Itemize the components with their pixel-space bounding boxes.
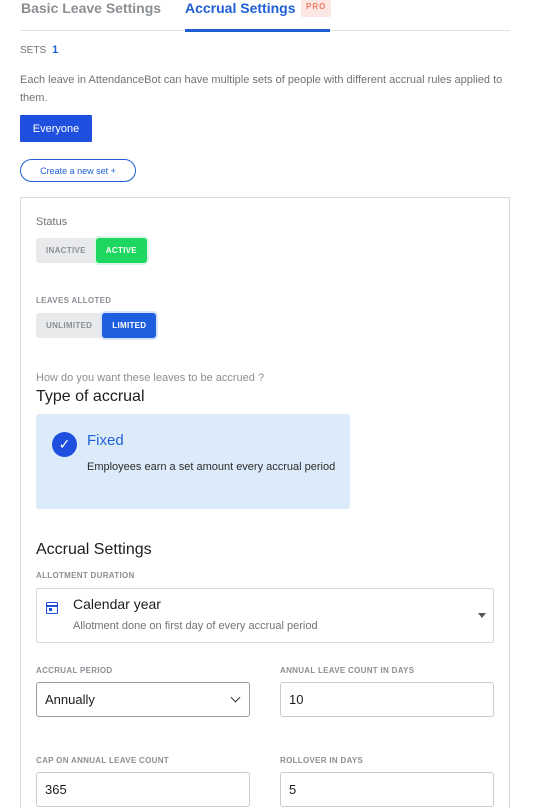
create-new-set-button[interactable]: Create a new set + bbox=[20, 159, 136, 182]
allotment-duration-label: ALLOTMENT DURATION bbox=[36, 571, 135, 580]
accrual-period-select[interactable]: Annually bbox=[36, 682, 250, 717]
leaves-unlimited-option[interactable]: UNLIMITED bbox=[36, 313, 102, 338]
tab-label: Accrual Settings bbox=[185, 0, 296, 16]
pro-badge: PRO bbox=[301, 0, 332, 17]
status-active-option[interactable]: ACTIVE bbox=[95, 238, 147, 263]
fixed-option-title: Fixed bbox=[87, 432, 124, 449]
tab-label: Basic Leave Settings bbox=[21, 0, 162, 16]
accrual-settings-heading: Accrual Settings bbox=[36, 541, 152, 558]
annual-leave-count-label: ANNUAL LEAVE COUNT IN DAYS bbox=[280, 666, 415, 675]
sets-count: 1 bbox=[52, 44, 59, 56]
cap-annual-leave-value: 365 bbox=[45, 782, 67, 797]
leaves-alloted-toggle: UNLIMITED LIMITED bbox=[36, 313, 157, 338]
accrual-type-fixed-card[interactable]: ✓ Fixed Employees earn a set amount ever… bbox=[36, 414, 350, 509]
check-circle-icon: ✓ bbox=[52, 432, 77, 457]
status-inactive-option[interactable]: INACTIVE bbox=[36, 238, 96, 263]
sets-header: SETS 1 bbox=[20, 44, 58, 56]
set-settings-panel: Status INACTIVE ACTIVE LEAVES ALLOTED UN… bbox=[20, 197, 510, 808]
rollover-days-input[interactable]: 5 bbox=[280, 772, 494, 807]
rollover-days-label: ROLLOVER IN DAYS bbox=[280, 756, 364, 765]
tab-accrual-settings[interactable]: Accrual Settings PRO bbox=[185, 0, 332, 32]
tab-bar: Basic Leave Settings Accrual Settings PR… bbox=[20, 0, 510, 32]
caret-down-icon bbox=[478, 613, 486, 618]
leaves-alloted-label: LEAVES ALLOTED bbox=[36, 296, 112, 305]
sets-label: SETS bbox=[20, 45, 47, 56]
allotment-duration-sub: Allotment done on first day of every acc… bbox=[73, 620, 318, 632]
cap-annual-leave-label: CAP ON ANNUAL LEAVE COUNT bbox=[36, 756, 169, 765]
cap-annual-leave-input[interactable]: 365 bbox=[36, 772, 250, 807]
status-label: Status bbox=[36, 216, 68, 228]
allotment-duration-value: Calendar year bbox=[73, 596, 161, 612]
accrual-period-label: ACCRUAL PERIOD bbox=[36, 666, 113, 675]
chevron-down-icon bbox=[230, 692, 241, 703]
calendar-icon bbox=[46, 602, 58, 614]
type-of-accrual-heading: Type of accrual bbox=[36, 388, 145, 405]
accrual-question: How do you want these leaves to be accru… bbox=[36, 372, 265, 384]
leaves-limited-option[interactable]: LIMITED bbox=[102, 313, 157, 338]
status-toggle: INACTIVE ACTIVE bbox=[36, 238, 147, 263]
allotment-duration-dropdown[interactable]: Calendar year Allotment done on first da… bbox=[36, 588, 494, 643]
accrual-period-value: Annually bbox=[45, 692, 95, 707]
fixed-option-description: Employees earn a set amount every accrua… bbox=[87, 461, 336, 473]
set-chip-everyone[interactable]: Everyone bbox=[20, 115, 92, 142]
annual-leave-count-input[interactable]: 10 bbox=[280, 682, 494, 717]
rollover-days-value: 5 bbox=[289, 782, 297, 797]
sets-description: Each leave in AttendanceBot can have mul… bbox=[20, 74, 503, 104]
annual-leave-count-value: 10 bbox=[289, 692, 304, 707]
